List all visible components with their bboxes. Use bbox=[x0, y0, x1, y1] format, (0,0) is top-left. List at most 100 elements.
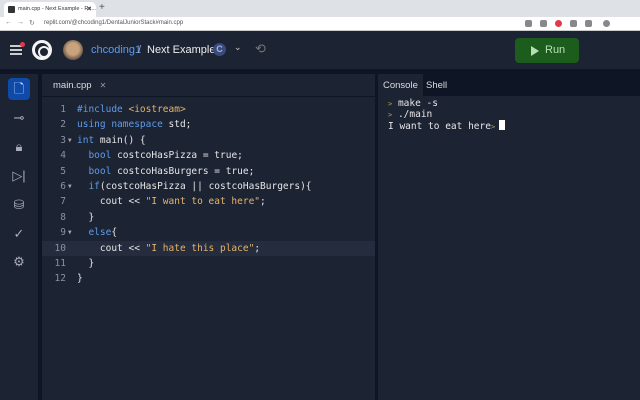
code-token: { bbox=[111, 227, 118, 239]
address-bar: ← → ↻ replit.com/@chcoding1/DentalJunior… bbox=[0, 17, 640, 31]
code-text: cout << "I want to eat here"; bbox=[77, 194, 266, 209]
language-icon[interactable]: C bbox=[213, 43, 226, 56]
command-text: ./main bbox=[397, 109, 433, 120]
url-field[interactable]: replit.com/@chcoding1/DentalJuniorStack#… bbox=[44, 20, 183, 26]
code-token: bool bbox=[88, 150, 118, 162]
app-header: chcoding1 / Next Example C ⌄ ⟲ Run bbox=[0, 31, 640, 69]
fold-arrow-icon[interactable]: ▼ bbox=[68, 225, 72, 240]
tab-shell[interactable]: Shell bbox=[421, 74, 452, 96]
play-icon bbox=[531, 46, 539, 56]
gear-icon[interactable]: ⚙ bbox=[8, 251, 30, 273]
console-output[interactable]: I want to eat here> bbox=[388, 120, 506, 132]
check-icon[interactable]: ✓ bbox=[8, 223, 30, 245]
browser-tab[interactable]: main.cpp - Next Example - Re... ✕ bbox=[4, 2, 96, 17]
database-icon[interactable]: ⛁ bbox=[8, 194, 30, 216]
code-token: main() { bbox=[99, 134, 146, 146]
command-text: make -s bbox=[397, 98, 438, 109]
lock-icon[interactable]: 🔒︎ bbox=[8, 136, 30, 158]
code-text: } bbox=[77, 256, 94, 271]
code-token: } bbox=[77, 258, 95, 269]
code-line[interactable]: 12} bbox=[42, 271, 375, 286]
line-number: 5 bbox=[60, 165, 66, 177]
reload-icon[interactable]: ↻ bbox=[29, 19, 35, 27]
code-token: int bbox=[77, 134, 100, 146]
code-token: costcoHasBurgers = true; bbox=[117, 165, 255, 177]
username-link[interactable]: chcoding1 bbox=[91, 44, 141, 56]
line-number: 4 bbox=[60, 150, 66, 162]
line-number: 6 bbox=[60, 181, 66, 192]
code-line[interactable]: 6 ▼ if(costcoHasPizza || costcoHasBurgers… bbox=[42, 179, 375, 194]
project-name[interactable]: Next Example bbox=[147, 44, 215, 56]
extension-icon[interactable] bbox=[570, 20, 577, 27]
profile-icon[interactable] bbox=[603, 20, 610, 27]
extension-icon[interactable] bbox=[555, 20, 562, 27]
line-number: 7 bbox=[60, 196, 66, 208]
code-text: #include <iostream> bbox=[77, 102, 186, 117]
history-icon[interactable]: ⟲ bbox=[255, 41, 266, 57]
code-text: bool costcoHasBurgers = true; bbox=[77, 164, 254, 179]
code-line[interactable]: 3 ▼ int main() { bbox=[42, 133, 375, 148]
code-token: cout << bbox=[77, 196, 146, 208]
code-token: "I want to eat here" bbox=[145, 196, 261, 208]
code-line[interactable]: 4 bool costcoHasPizza = true; bbox=[42, 148, 375, 163]
console-tabs: Console Shell bbox=[378, 74, 640, 96]
code-line[interactable]: 7 cout << "I want to eat here"; bbox=[42, 194, 375, 209]
run-button[interactable]: Run bbox=[515, 38, 579, 63]
code-line[interactable]: 11 } bbox=[42, 256, 375, 271]
code-text: } bbox=[77, 210, 94, 225]
console-pane: Console Shell > make -s > ./main I want … bbox=[378, 74, 640, 400]
code-line[interactable]: 2 using namespace std; bbox=[42, 117, 375, 132]
line-number: 2 bbox=[60, 119, 66, 131]
replit-logo[interactable] bbox=[32, 40, 52, 60]
code-text: } bbox=[77, 271, 83, 286]
console-command: > ./main bbox=[388, 109, 432, 120]
fold-arrow-icon[interactable]: ▼ bbox=[68, 133, 72, 148]
code-editor[interactable]: 1 #include <iostream> 2 using namespace std… bbox=[42, 96, 375, 400]
browser-tab-bar: main.cpp - Next Example - Re... ✕ + bbox=[0, 0, 640, 17]
code-line[interactable]: 8 } bbox=[42, 210, 375, 225]
avatar[interactable] bbox=[63, 40, 83, 60]
debugger-icon[interactable]: ▷| bbox=[8, 165, 30, 187]
close-icon[interactable]: ✕ bbox=[100, 81, 107, 90]
new-tab-button[interactable]: + bbox=[99, 2, 105, 13]
tab-console[interactable]: Console bbox=[378, 74, 423, 96]
file-icon[interactable]: 🗋 bbox=[8, 78, 30, 100]
code-line[interactable]: 10 cout << "I hate this place"; bbox=[42, 240, 375, 256]
version-control-icon[interactable]: ⊸ bbox=[8, 107, 30, 129]
code-token: ; bbox=[254, 242, 261, 254]
code-line[interactable]: 1 #include <iostream> bbox=[42, 102, 375, 117]
code-text: using namespace std; bbox=[77, 117, 191, 132]
tab-main-cpp[interactable]: main.cpp ✕ bbox=[42, 74, 112, 96]
back-icon[interactable]: ← bbox=[5, 19, 12, 26]
line-number: 11 bbox=[54, 258, 66, 269]
code-token: #include bbox=[77, 104, 129, 115]
line-number: 9 bbox=[60, 227, 66, 239]
close-tab-icon[interactable]: ✕ bbox=[86, 5, 92, 13]
code-line[interactable]: 9 ▼ else{ bbox=[42, 225, 375, 240]
text-cursor bbox=[499, 120, 506, 130]
prompt-icon: > bbox=[490, 123, 496, 131]
code-line[interactable]: 5 bool costcoHasBurgers = true; bbox=[42, 164, 375, 179]
notification-dot bbox=[20, 42, 25, 47]
code-token: cout << bbox=[77, 242, 146, 254]
code-token: std; bbox=[168, 119, 192, 131]
prompt-icon: > bbox=[388, 111, 393, 119]
favicon-icon bbox=[8, 6, 15, 13]
extension-icon[interactable] bbox=[525, 20, 532, 27]
code-token: else bbox=[88, 227, 112, 239]
tab-label: main.cpp bbox=[53, 80, 92, 91]
chevron-down-icon[interactable]: ⌄ bbox=[234, 42, 242, 53]
output-text: I want to eat here bbox=[388, 121, 491, 132]
fold-arrow-icon[interactable]: ▼ bbox=[68, 179, 72, 194]
editor-pane: main.cpp ✕ 1 #include <iostream> 2 using nam… bbox=[42, 74, 375, 400]
line-number: 12 bbox=[54, 273, 66, 285]
code-token: using namespace bbox=[77, 119, 169, 131]
tab-title: main.cpp - Next Example - Re... bbox=[18, 6, 96, 12]
puzzle-icon[interactable] bbox=[585, 20, 592, 27]
share-icon[interactable] bbox=[540, 20, 547, 27]
forward-icon[interactable]: → bbox=[17, 19, 24, 26]
